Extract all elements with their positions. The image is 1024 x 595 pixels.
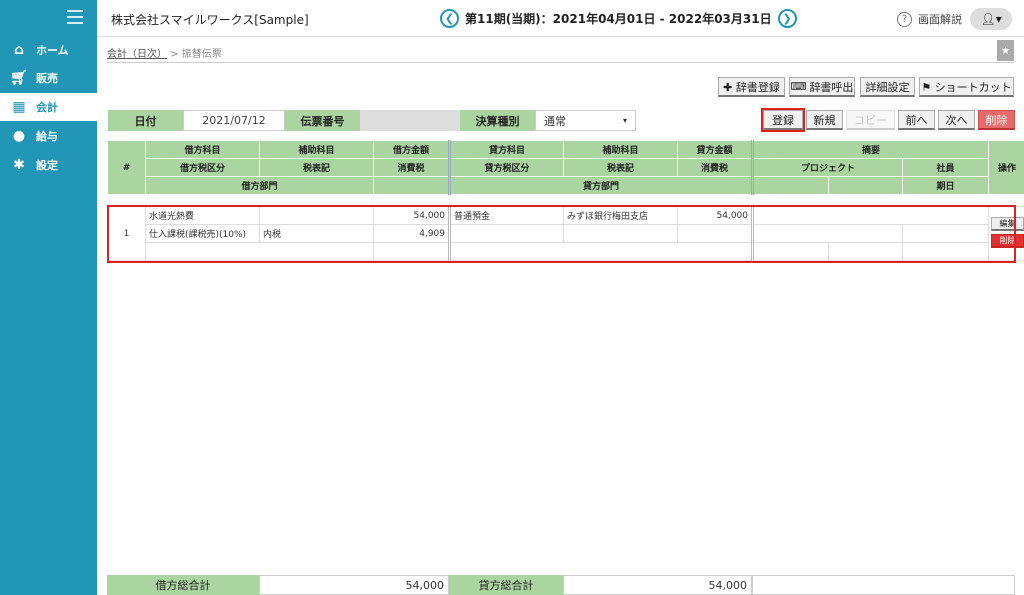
journal-header: # 借方科目 補助科目 借方金額 貸方科目 補助科目 貸方金額 摘要 操作 借方…	[107, 140, 1024, 195]
col-debit-amount: 借方金額	[373, 140, 450, 159]
credit-account-cell[interactable]: 普通預金	[448, 206, 564, 225]
breadcrumb-parent[interactable]: 会計（日次）	[107, 49, 167, 60]
col-project: プロジェクト	[751, 158, 903, 177]
col-due: 期日	[901, 176, 990, 195]
col-debit-dept: 借方部門	[145, 176, 374, 195]
dict-register-button[interactable]: ✚ 辞書登録	[718, 77, 785, 97]
detail-settings-button[interactable]: 詳細設定	[860, 77, 915, 97]
menu-icon[interactable]	[67, 10, 83, 24]
breadcrumb: 会計（日次） > 振替伝票	[107, 49, 222, 60]
sidebar-item-settings[interactable]: ✱ 設定	[0, 151, 97, 179]
project-cell[interactable]	[751, 224, 903, 243]
col-no: #	[107, 140, 146, 195]
question-icon: ?	[897, 11, 912, 27]
user-menu[interactable]: 👤︎▾	[970, 8, 1012, 30]
col-credit-amount: 貸方金額	[677, 140, 753, 159]
slip-no-field	[360, 110, 460, 131]
col-credit-tax: 消費税	[677, 158, 753, 177]
debit-tax-cat-cell[interactable]: 仕入課税(課税売)(10%)	[145, 224, 260, 243]
next-button[interactable]: 次へ	[938, 110, 975, 130]
gear-icon: ✱	[13, 157, 25, 173]
credit-tax-cell[interactable]	[677, 224, 753, 243]
col-debit-sub: 補助科目	[259, 140, 374, 159]
credit-total-value: 54,000	[563, 575, 752, 595]
col-memo: 摘要	[750, 140, 990, 159]
debit-dept-cell[interactable]	[145, 242, 374, 261]
col-debit-account: 借方科目	[145, 140, 260, 159]
col-credit-account: 貸方科目	[448, 140, 564, 159]
sidebar-item-payroll[interactable]: ● 給与	[0, 122, 97, 150]
debit-account-cell[interactable]: 水道光熱費	[145, 206, 260, 225]
settle-type-select[interactable]: 通常 ▾	[535, 110, 636, 131]
register-button[interactable]: 登録	[761, 108, 805, 132]
home-icon: ⌂	[13, 42, 25, 58]
top-bar: 株式会社スマイルワークス[Sample] ❮ 第11期(当期)：2021年04月…	[97, 0, 1024, 37]
credit-total-label: 貸方総合計	[449, 575, 563, 595]
credit-tax-note-cell[interactable]	[563, 224, 678, 243]
divider	[107, 62, 1014, 63]
edit-row-button[interactable]: 編集	[991, 217, 1024, 231]
col-credit-dept: 貸方部門	[448, 176, 753, 195]
col-debit-tax-cat: 借方税区分	[145, 158, 260, 177]
breadcrumb-current: 振替伝票	[181, 49, 222, 60]
sidebar-item-sales[interactable]: 🛒︎ 販売	[0, 64, 97, 92]
debit-tax-cell[interactable]: 4,909	[373, 224, 450, 243]
period-selector: ❮ 第11期(当期)：2021年04月01日 - 2022年03月31日 ❯	[440, 9, 797, 28]
col-debit-tax-note: 税表記	[259, 158, 374, 177]
slip-no-label: 伝票番号	[285, 110, 360, 131]
new-button[interactable]: 新規	[806, 110, 843, 130]
credit-dept-cell[interactable]	[448, 242, 753, 261]
settle-type-label: 決算種別	[460, 110, 535, 131]
copy-button: コピー	[846, 110, 895, 130]
credit-sub-cell[interactable]: みずほ銀行梅田支店	[563, 206, 678, 225]
prev-button[interactable]: 前へ	[898, 110, 935, 130]
col-debit-tax: 消費税	[373, 158, 450, 177]
sidebar: ⌂ ホーム 🛒︎ 販売 ▦ 会計 ● 給与 ✱ 設定	[0, 0, 97, 595]
money-bag-icon: ●	[12, 128, 26, 144]
journal-rows: 1 水道光熱費 54,000 普通預金 みずほ銀行梅田支店 54,000 編集 …	[107, 206, 1024, 261]
col-ops: 操作	[988, 140, 1024, 195]
period-label: 第11期(当期)：2021年04月01日 - 2022年03月31日	[465, 12, 772, 26]
totals-bar: 借方総合計 54,000 貸方総合計 54,000	[107, 575, 1015, 595]
credit-tax-cat-cell[interactable]	[448, 224, 564, 243]
sidebar-item-home[interactable]: ⌂ ホーム	[0, 36, 97, 64]
shortcut-button[interactable]: ⚑ ショートカット	[919, 77, 1014, 97]
col-employee: 社員	[901, 158, 990, 177]
dict-call-button[interactable]: ⌨ 辞書呼出	[789, 77, 855, 97]
credit-amount-cell[interactable]: 54,000	[677, 206, 753, 225]
help-link[interactable]: ? 画面解説	[897, 11, 962, 27]
debit-total-label: 借方総合計	[107, 575, 259, 595]
ops-cell: 編集 削除	[988, 206, 1024, 261]
debit-total-value: 54,000	[259, 575, 449, 595]
table-row[interactable]: 1 水道光熱費 54,000 普通預金 みずほ銀行梅田支店 54,000 編集 …	[107, 206, 1024, 261]
date-label: 日付	[108, 110, 183, 131]
keyboard-icon: ⌨	[790, 80, 807, 93]
company-name: 株式会社スマイルワークス[Sample]	[111, 13, 309, 27]
debit-sub-cell[interactable]	[259, 206, 374, 225]
debit-tax-note-cell[interactable]: 内税	[259, 224, 374, 243]
row-no: 1	[107, 206, 146, 261]
prev-period-icon[interactable]: ❮	[440, 9, 459, 28]
debit-amount-cell[interactable]: 54,000	[373, 206, 450, 225]
calculator-icon: ▦	[12, 99, 26, 115]
delete-row-button[interactable]: 削除	[991, 234, 1024, 248]
user-icon: 👤︎▾	[980, 12, 1002, 26]
next-period-icon[interactable]: ❯	[777, 9, 797, 28]
delete-button[interactable]: 削除	[978, 110, 1015, 130]
caret-down-icon: ▾	[622, 116, 627, 125]
date-input[interactable]: 2021/07/12	[183, 110, 285, 131]
due-cell[interactable]	[902, 242, 989, 261]
sidebar-item-accounting[interactable]: ▦ 会計	[0, 93, 97, 121]
star-icon[interactable]: ★	[997, 40, 1014, 61]
employee-cell[interactable]	[902, 224, 989, 243]
memo-cell[interactable]	[751, 206, 989, 225]
col-credit-sub: 補助科目	[563, 140, 678, 159]
col-credit-tax-cat: 貸方税区分	[448, 158, 564, 177]
cart-icon: 🛒︎	[10, 70, 28, 86]
col-credit-tax-note: 税表記	[563, 158, 678, 177]
